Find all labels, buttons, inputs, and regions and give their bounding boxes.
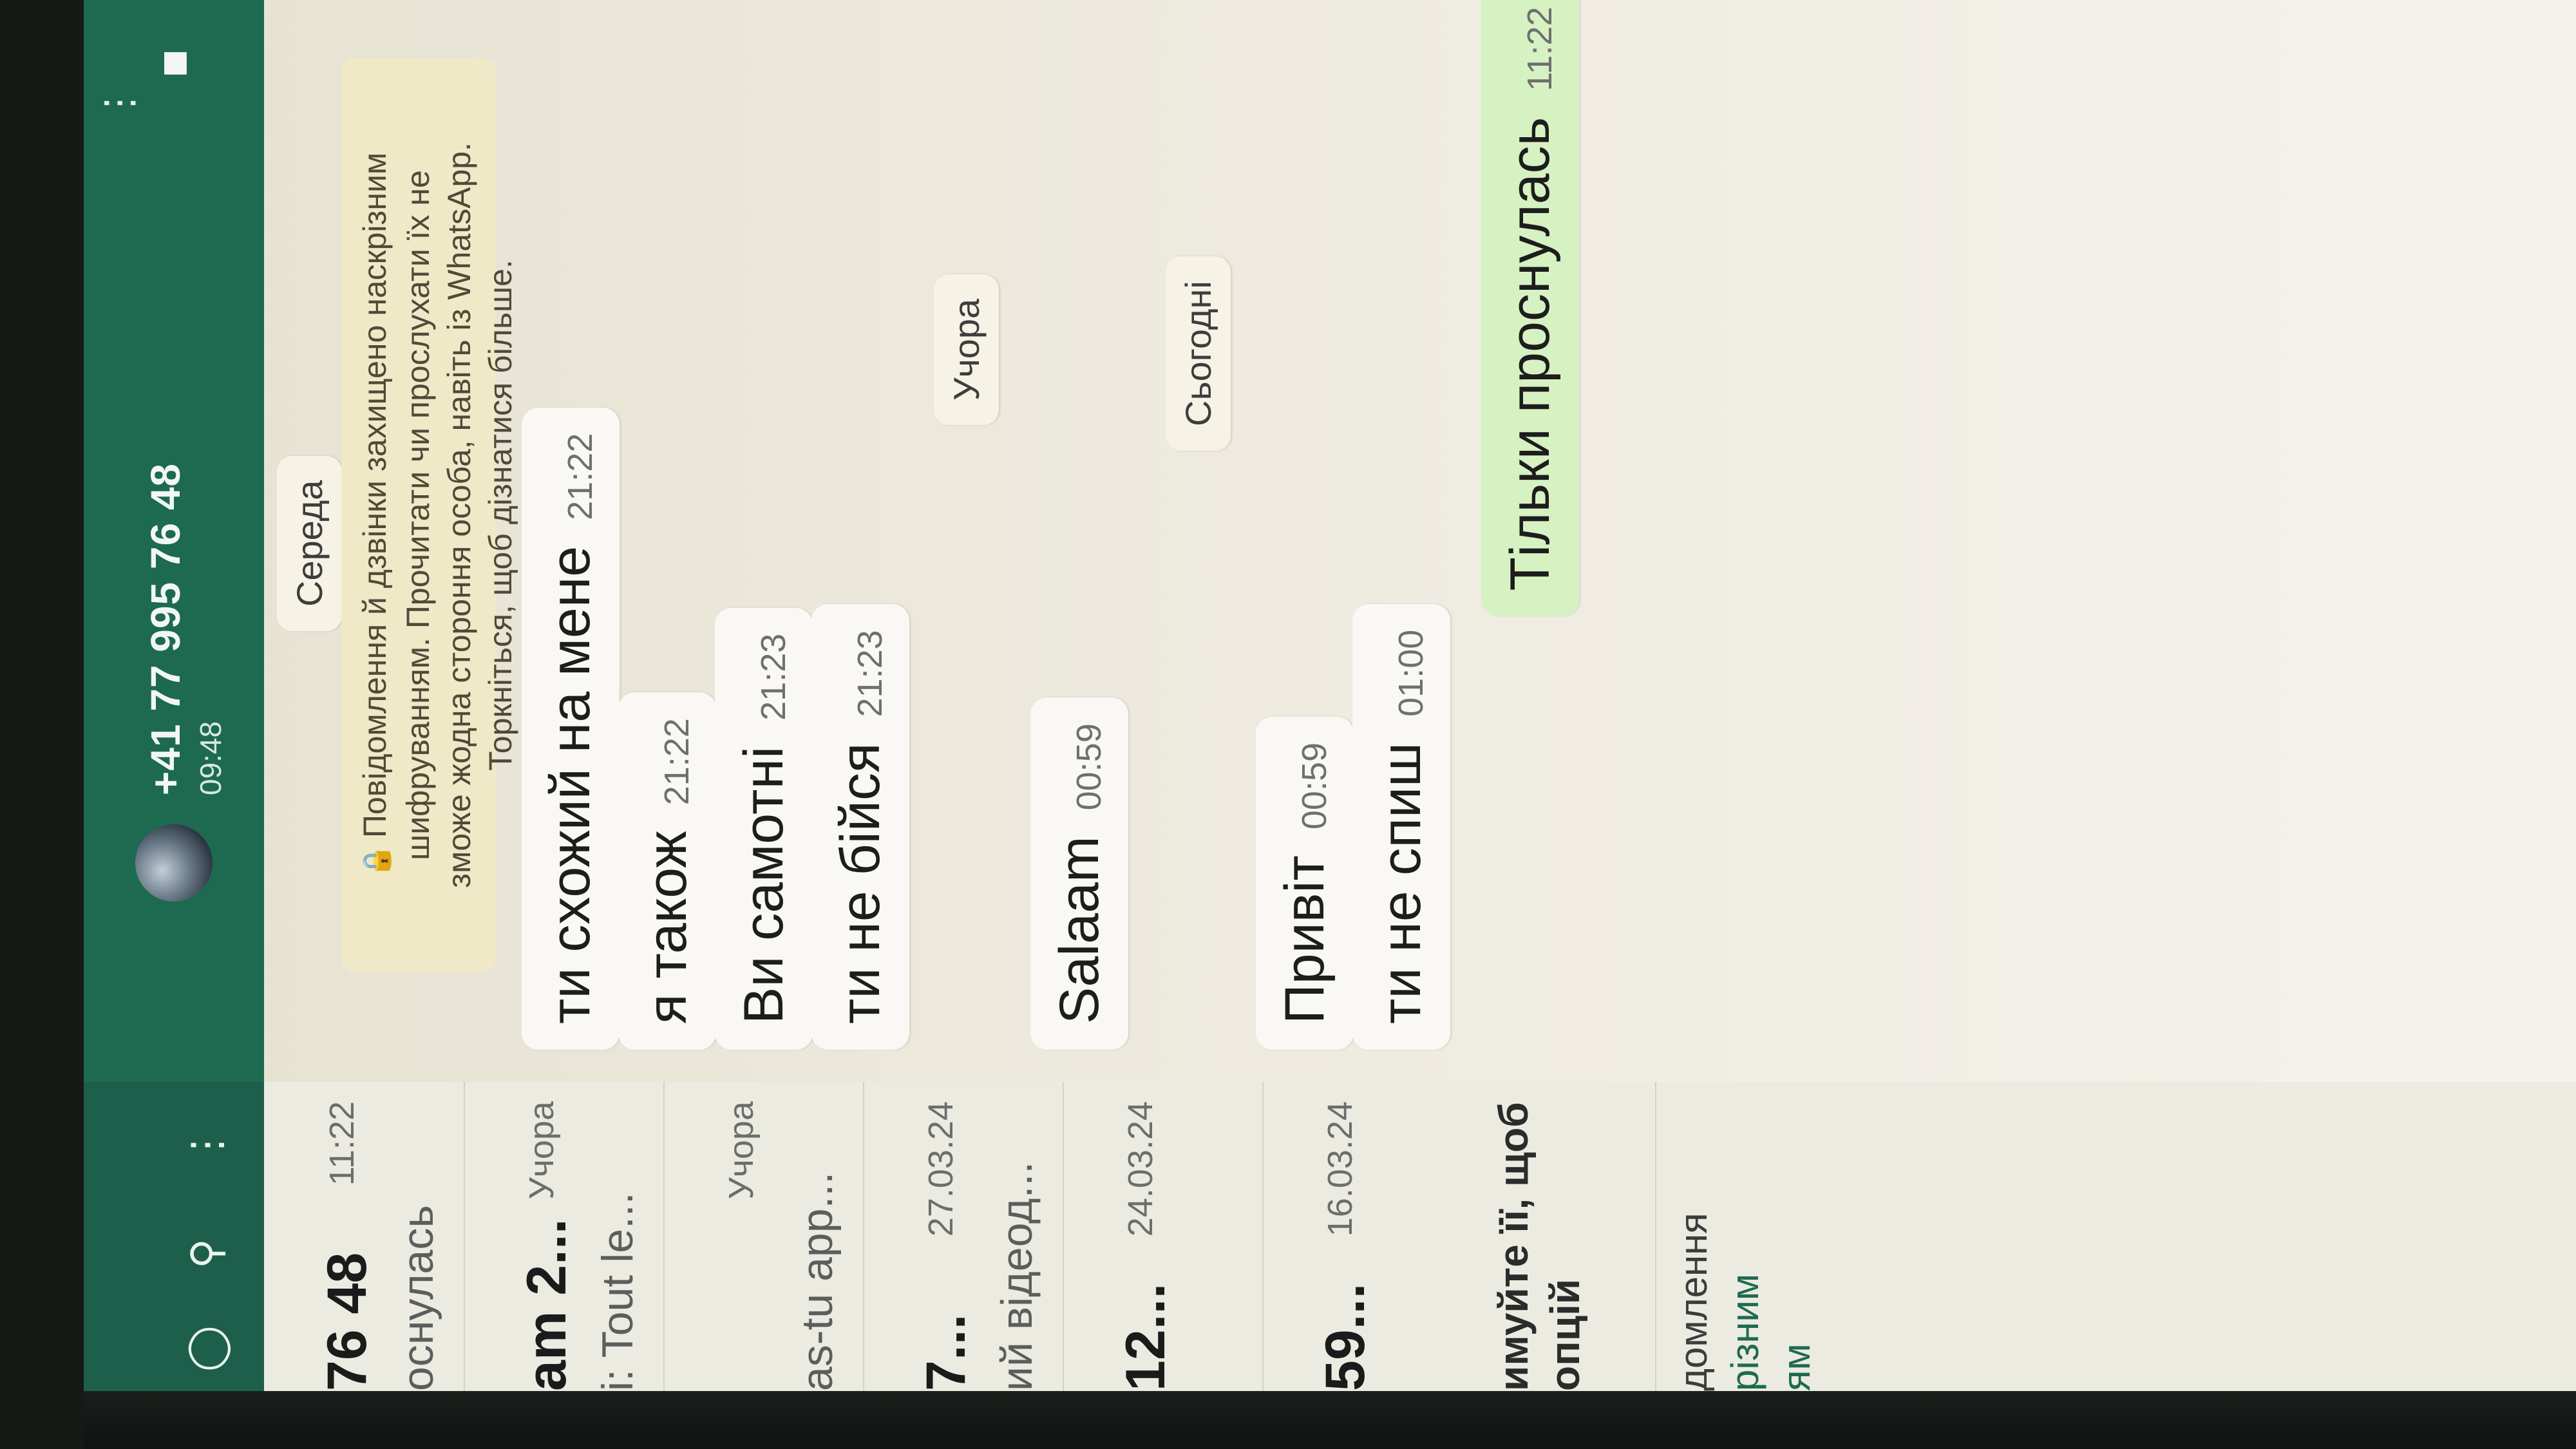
message-time: 00:59 — [1295, 742, 1334, 830]
message-text: Тільки проснулась — [1499, 117, 1561, 591]
divider — [1262, 1082, 1264, 1391]
message-bubble[interactable]: ти не спиш 01:00 — [1352, 603, 1450, 1050]
chat-list-item[interactable]: 76 48 11:22 оснулась — [270, 1082, 464, 1391]
chat-list-item[interactable]: 7... 27.03.24 ий відеод... — [869, 1082, 1063, 1391]
archive-hint: имуйте її, щоб опцій — [1488, 1082, 1591, 1391]
chat-preview: оснулась — [393, 1205, 442, 1391]
video-call-icon[interactable]: ■ — [148, 50, 200, 78]
message-time: 00:59 — [1070, 723, 1108, 811]
message-time: 21:22 — [658, 718, 696, 806]
divider — [663, 1082, 665, 1391]
lock-icon: 🔒 — [361, 844, 392, 878]
chat-time: 27.03.24 — [922, 1101, 960, 1237]
device-edge — [84, 1391, 2576, 1449]
chat-time: Учора — [522, 1101, 561, 1200]
avatar[interactable] — [135, 824, 213, 902]
more-vert-icon[interactable]: ⋮ — [97, 84, 142, 122]
divider — [1063, 1082, 1064, 1391]
chat-title: 76 48 — [316, 1252, 378, 1391]
footer-line: ям — [1775, 1343, 1818, 1391]
notice-text: Повідомлення й дзвінки захищено наскрізн… — [357, 152, 393, 838]
chat-title: 59... — [1314, 1283, 1376, 1391]
message-text: я також — [636, 831, 698, 1024]
contact-name[interactable]: +41 77 995 76 48 — [142, 463, 189, 795]
footer-line: різним — [1723, 1273, 1766, 1391]
search-icon[interactable]: ⚲ — [180, 1238, 232, 1269]
encryption-footer: домлення різним ям — [1668, 1082, 1823, 1391]
date-chip-yesterday: Учора — [934, 274, 999, 425]
chat-list-item[interactable]: 59... 16.03.24 — [1269, 1082, 1462, 1391]
chat-title: 12... — [1115, 1283, 1177, 1391]
message-text: ти не спиш — [1370, 742, 1432, 1024]
chat-list-item[interactable]: am 2... Учора i: Tout le... — [470, 1082, 663, 1391]
message-bubble[interactable]: Ви самотні 21:23 — [715, 607, 813, 1050]
divider — [1655, 1082, 1656, 1391]
message-time: 01:00 — [1392, 629, 1430, 717]
chat-list-item[interactable]: Учора as-tu app... — [670, 1082, 863, 1391]
message-time: 21:23 — [754, 633, 793, 721]
chat-preview: ий відеод... — [992, 1161, 1041, 1391]
message-bubble[interactable]: Salaam 00:59 — [1030, 697, 1128, 1050]
message-time: 11:22 — [1520, 6, 1559, 91]
message-text: Salaam — [1048, 836, 1110, 1024]
date-chip-wednesday: Середа — [277, 455, 342, 631]
chat-list-header: ◯ ⚲ ⋮ — [84, 1082, 264, 1391]
more-vert-icon[interactable]: ⋮ — [180, 1124, 232, 1166]
last-seen: 09:48 — [194, 721, 227, 795]
divider — [464, 1082, 465, 1391]
chat-time: 11:22 — [323, 1101, 361, 1186]
message-text: ти не бійся — [829, 743, 891, 1024]
chat-list-item[interactable]: 12... 24.03.24 — [1069, 1082, 1262, 1391]
message-time: 21:23 — [851, 630, 889, 717]
notice-line: зможе жодна стороння особа, навіть із Wh… — [441, 142, 477, 888]
notice-line: 🔒 Повідомлення й дзвінки захищено наскріз… — [354, 84, 397, 947]
message-time: 21:22 — [561, 433, 600, 520]
message-bubble-outgoing[interactable]: Тільки проснулась 11:22 ✓✓ — [1481, 0, 1579, 617]
notice-line: шифруванням. Прочитати чи прослухати їх … — [400, 170, 436, 860]
camera-icon[interactable]: ◯ — [180, 1325, 232, 1372]
device-bezel — [0, 0, 84, 1449]
chat-title: 7... — [915, 1314, 977, 1391]
chat-preview: i: Tout le... — [593, 1192, 642, 1391]
conversation-header: +41 77 995 76 48 09:48 ■ ✆ — [84, 0, 264, 1082]
chat-time: 24.03.24 — [1121, 1101, 1160, 1237]
message-bubble[interactable]: я також 21:22 — [618, 692, 716, 1050]
chat-preview: as-tu app... — [793, 1171, 842, 1391]
divider — [863, 1082, 864, 1391]
message-bubble[interactable]: ти схожий на мене 21:22 — [522, 407, 620, 1050]
message-text: ти схожий на мене — [540, 545, 601, 1024]
message-bubble[interactable]: ти не бійся 21:23 — [811, 604, 909, 1050]
rotated-screen: ◯ ⚲ ⋮ 76 48 11:22 оснулась am 2... Учора… — [0, 0, 2576, 1449]
message-bubble[interactable]: Привіт 00:59 — [1256, 716, 1354, 1050]
conversation-panel: +41 77 995 76 48 09:48 ■ ✆ Середа 🔒 Повід… — [84, 0, 2576, 1082]
encryption-notice[interactable]: 🔒 Повідомлення й дзвінки захищено наскріз… — [341, 58, 518, 972]
chat-list-panel: ◯ ⚲ ⋮ 76 48 11:22 оснулась am 2... Учора… — [84, 1082, 2576, 1391]
hint-line: имуйте її, щоб — [1490, 1102, 1537, 1391]
chat-time: Учора — [722, 1101, 761, 1200]
hint-line: опцій — [1542, 1278, 1588, 1391]
notice-line: Торкніться, щоб дізнатися більше. — [482, 260, 518, 771]
date-chip-today: Сьогодні — [1166, 256, 1231, 451]
footer-line: домлення — [1672, 1213, 1715, 1391]
chat-time: 16.03.24 — [1321, 1101, 1359, 1237]
message-text: Привіт — [1274, 855, 1336, 1024]
message-text: Ви самотні — [733, 746, 795, 1024]
chat-title: am 2... — [516, 1218, 578, 1391]
